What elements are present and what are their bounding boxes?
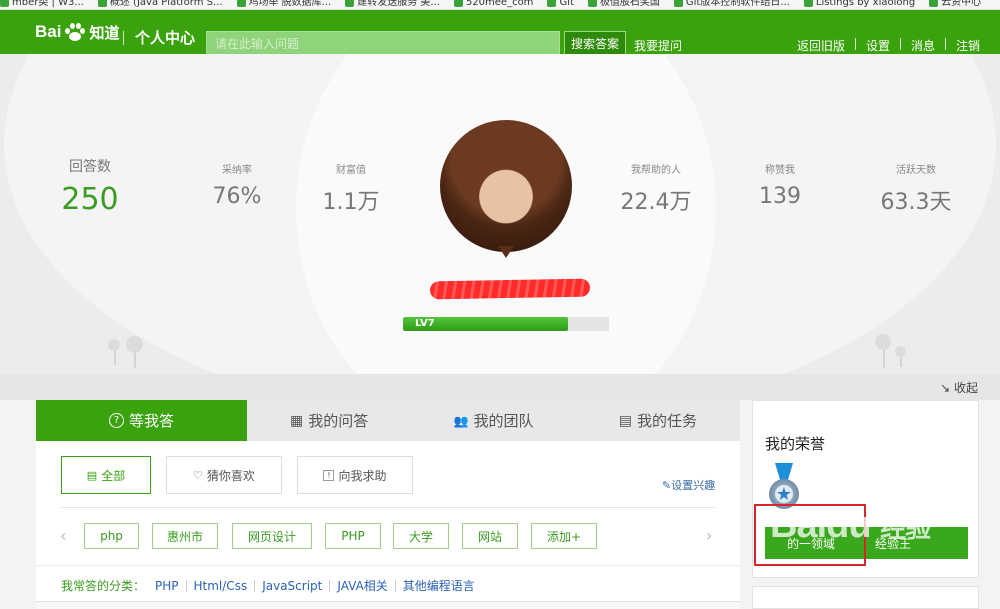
team-icon: 👥 xyxy=(453,413,469,428)
category-link[interactable]: 其他编程语言 xyxy=(403,577,475,594)
tag-item[interactable]: 大学 xyxy=(393,523,449,549)
filter-all-button[interactable]: ▤ 全部 xyxy=(61,456,151,494)
stat-adoption-rate: 采纳率 76% xyxy=(212,165,262,209)
honors-title: 我的荣誉 xyxy=(765,435,826,453)
tab-my-team[interactable]: 👥 我的团队 xyxy=(411,400,575,441)
stat-praise[interactable]: 称赞我 139 xyxy=(743,161,817,209)
frequent-categories: 我常答的分类： PHP Html/Css JavaScript JAVA相关 其… xyxy=(61,577,475,594)
divider xyxy=(123,31,124,45)
bookmarks-bar: mber类 | W3... 概述 (Java Platform S... 鸡场举 脱… xyxy=(0,0,1000,10)
bookmark-item[interactable]: 建转发送服务 美... xyxy=(345,0,440,8)
logo-zhidao: 知道 xyxy=(89,24,120,42)
baidu-jingyan-watermark: Baidu 经验 xyxy=(770,504,931,546)
stat-active-days: 活跃天数 63.3天 xyxy=(880,165,952,215)
avatar-image xyxy=(440,120,572,252)
question-filter-panel: ▤ 全部 ♡ 猜你喜欢 ! 向我求助 ✎设置兴趣 ‹ php 惠州市 网页设计 … xyxy=(36,441,740,609)
tab-my-qa[interactable]: ▦ 我的问答 xyxy=(247,400,411,441)
profile-hero: 回答数 250 采纳率 76% 财富值 1.1万 LV7 我帮助的人 22.4万… xyxy=(0,54,1000,400)
ask-question-link[interactable]: 我要提问 xyxy=(634,37,682,54)
bookmark-item[interactable]: 概述 (Java Platform S... xyxy=(97,0,223,8)
redacted-username xyxy=(429,278,591,300)
collapse-arrow-icon: ↘ xyxy=(940,381,951,395)
back-old-version-link[interactable]: 返回旧版 xyxy=(797,37,845,54)
logout-link[interactable]: 注销 xyxy=(956,37,980,54)
bookmark-item[interactable]: Listings by xiaolong xyxy=(803,0,915,8)
bookmark-item[interactable]: 鸡场举 脱数据库... xyxy=(236,0,331,8)
list-icon: ▤ xyxy=(86,468,98,482)
stat-helped-people[interactable]: 我帮助的人 22.4万 xyxy=(614,161,698,216)
tags-prev-arrow-icon[interactable]: ‹ xyxy=(60,526,66,545)
tab-my-tasks[interactable]: ▤ 我的任务 xyxy=(576,400,740,441)
header-links: 返回旧版 设置 消息 注销 xyxy=(797,37,980,54)
level-label: LV7 xyxy=(415,318,435,329)
stat-wealth[interactable]: 财富值 1.1万 xyxy=(314,161,388,216)
baidu-zhidao-logo[interactable]: Bai 知道 xyxy=(35,19,119,45)
calendar-icon: ▤ xyxy=(618,412,632,429)
filter-ask-me-button[interactable]: ! 向我求助 xyxy=(297,456,413,494)
category-link[interactable]: JAVA相关 xyxy=(337,577,387,594)
avatar[interactable] xyxy=(440,120,572,258)
tag-item[interactable]: 网站 xyxy=(462,523,518,549)
bookmark-item[interactable]: 极值股石奖国 xyxy=(587,0,660,8)
tab-waiting-answer[interactable]: ? 等我答 xyxy=(36,400,248,441)
category-link[interactable]: Html/Css xyxy=(194,579,248,593)
main-tabs: ? 等我答 ▦ 我的问答 👥 我的团队 ▤ 我的任务 xyxy=(36,400,740,441)
messages-link[interactable]: 消息 xyxy=(911,37,935,54)
settings-link[interactable]: 设置 xyxy=(866,37,890,54)
set-interest-link[interactable]: ✎设置兴趣 xyxy=(662,477,715,493)
tag-item[interactable]: PHP xyxy=(325,523,381,549)
tag-item[interactable]: 惠州市 xyxy=(152,523,218,549)
logo-text: Bai xyxy=(35,22,62,41)
bookmark-item[interactable]: Git版本控制软件结日... xyxy=(673,0,790,8)
grid-icon: ▦ xyxy=(290,412,304,429)
heart-icon: ♡ xyxy=(193,468,203,482)
exclamation-icon: ! xyxy=(323,469,335,481)
paw-icon xyxy=(63,22,86,42)
page-title: 个人中心 xyxy=(135,29,196,47)
bookmark-item[interactable]: Git xyxy=(547,0,574,8)
pencil-icon: ✎ xyxy=(662,479,672,492)
collapse-button[interactable]: ↘ 收起 xyxy=(940,379,978,396)
question-circle-icon: ? xyxy=(109,413,124,428)
tag-item[interactable]: 网页设计 xyxy=(232,523,312,549)
category-link[interactable]: PHP xyxy=(155,579,179,593)
stat-answers[interactable]: 回答数 250 xyxy=(50,156,130,217)
tag-item[interactable]: php xyxy=(84,523,139,549)
filter-guess-like-button[interactable]: ♡ 猜你喜欢 xyxy=(166,456,282,494)
top-nav-bar: Bai 知道 个人中心 请在此输入问题 搜索答案 我要提问 返回旧版 设置 消息… xyxy=(0,10,1000,57)
category-link[interactable]: JavaScript xyxy=(262,579,322,593)
add-tag-button[interactable]: 添加+ xyxy=(531,523,597,549)
watermark-url: jingyan.baidu.com xyxy=(872,586,969,600)
bookmark-item[interactable]: mber类 | W3... xyxy=(0,0,84,8)
level-progress-bar: LV7 xyxy=(403,317,609,331)
bookmark-item[interactable]: 云资中心 xyxy=(929,0,981,8)
bookmark-item[interactable]: 520mee_com xyxy=(453,0,533,8)
tags-next-arrow-icon[interactable]: › xyxy=(706,526,712,545)
